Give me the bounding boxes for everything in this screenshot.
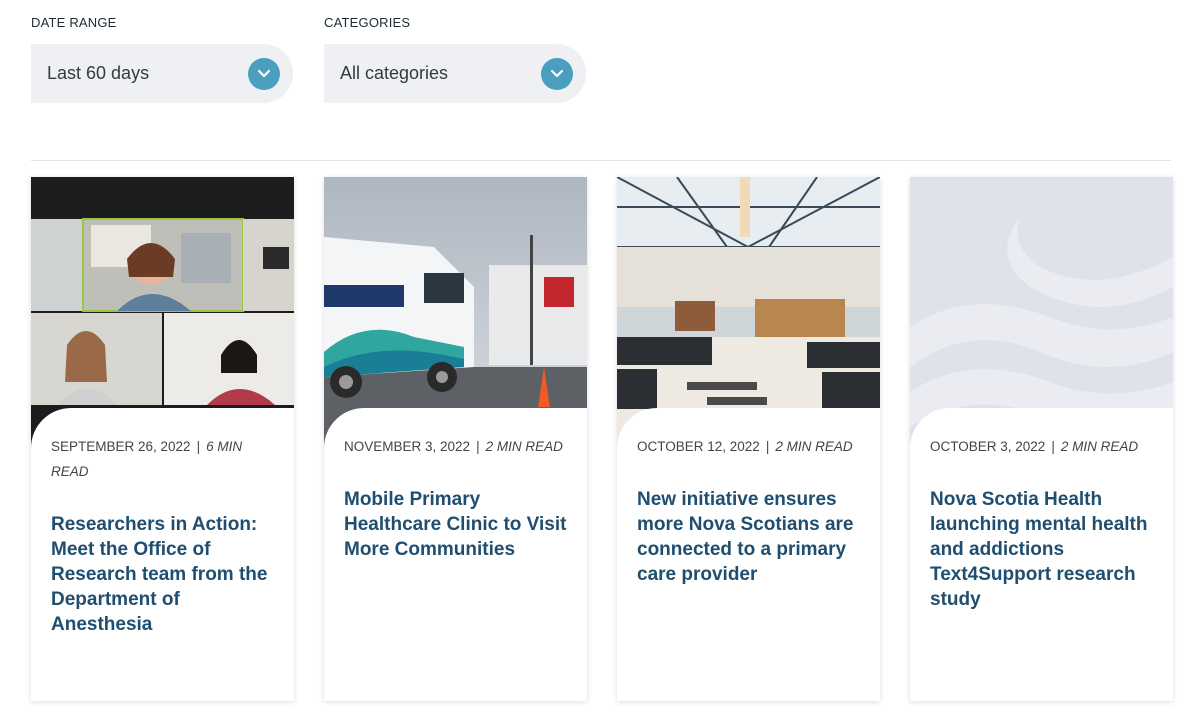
card-body: OCTOBER 12, 2022 | 2 MIN READ New initiati… [617,408,880,701]
card-read-time: 2 MIN READ [1060,439,1139,454]
card-title[interactable]: Researchers in Action: Meet the Office o… [51,512,274,637]
categories-value: All categories [340,63,449,83]
categories-select[interactable]: All categories [324,44,586,103]
card-read-time: 2 MIN READ [775,439,853,454]
categories-label: CATEGORIES [324,15,411,30]
video-call-image [31,177,294,447]
date-range-select[interactable]: Last 60 days [31,44,293,103]
waiting-room-image [617,177,880,447]
card-meta: SEPTEMBER 26, 2022 | 6 MIN READ [51,434,274,484]
card-body: NOVEMBER 3, 2022 | 2 MIN READ Mobile Prima… [324,408,587,701]
date-range-filter: DATE RANGE Last 60 days [31,15,293,103]
news-card[interactable]: NOVEMBER 3, 2022 | 2 MIN READ Mobile Prima… [324,177,587,701]
meta-separator: | [1051,439,1055,454]
card-read-time: 2 MIN READ [485,439,563,454]
meta-separator: | [196,439,201,454]
card-title[interactable]: Nova Scotia Health launching mental heal… [930,487,1153,612]
news-card[interactable]: SEPTEMBER 26, 2022 | 6 MIN READ Researcher… [31,177,294,701]
card-title[interactable]: Mobile Primary Healthcare Clinic to Visi… [344,487,567,562]
filter-bar: DATE RANGE Last 60 days CATEGORIES All c… [31,15,586,103]
card-title[interactable]: New initiative ensures more Nova Scotian… [637,487,860,587]
news-card-grid: SEPTEMBER 26, 2022 | 6 MIN READ Researcher… [31,177,1173,701]
date-range-value: Last 60 days [47,63,150,83]
card-meta: OCTOBER 3, 2022 | 2 MIN READ [930,434,1153,459]
card-date: SEPTEMBER 26, 2022 [51,439,191,454]
card-body: SEPTEMBER 26, 2022 | 6 MIN READ Researcher… [31,408,294,701]
card-meta: NOVEMBER 3, 2022 | 2 MIN READ [344,434,567,459]
card-date: OCTOBER 3, 2022 [930,439,1046,454]
chevron-down-icon [248,57,280,90]
date-range-label: DATE RANGE [31,15,117,30]
wave-placeholder-image [910,177,1173,447]
card-meta: OCTOBER 12, 2022 | 2 MIN READ [637,434,860,459]
meta-separator: | [476,439,480,454]
divider [31,160,1171,161]
news-card[interactable]: OCTOBER 12, 2022 | 2 MIN READ New initiati… [617,177,880,701]
card-body: OCTOBER 3, 2022 | 2 MIN READ Nova Scotia H… [910,408,1173,701]
card-date: OCTOBER 12, 2022 [637,439,760,454]
card-date: NOVEMBER 3, 2022 [344,439,471,454]
mobile-clinic-image [324,177,587,447]
categories-filter: CATEGORIES All categories [324,15,586,103]
chevron-down-icon [541,57,573,90]
meta-separator: | [765,439,770,454]
news-card[interactable]: OCTOBER 3, 2022 | 2 MIN READ Nova Scotia H… [910,177,1173,701]
